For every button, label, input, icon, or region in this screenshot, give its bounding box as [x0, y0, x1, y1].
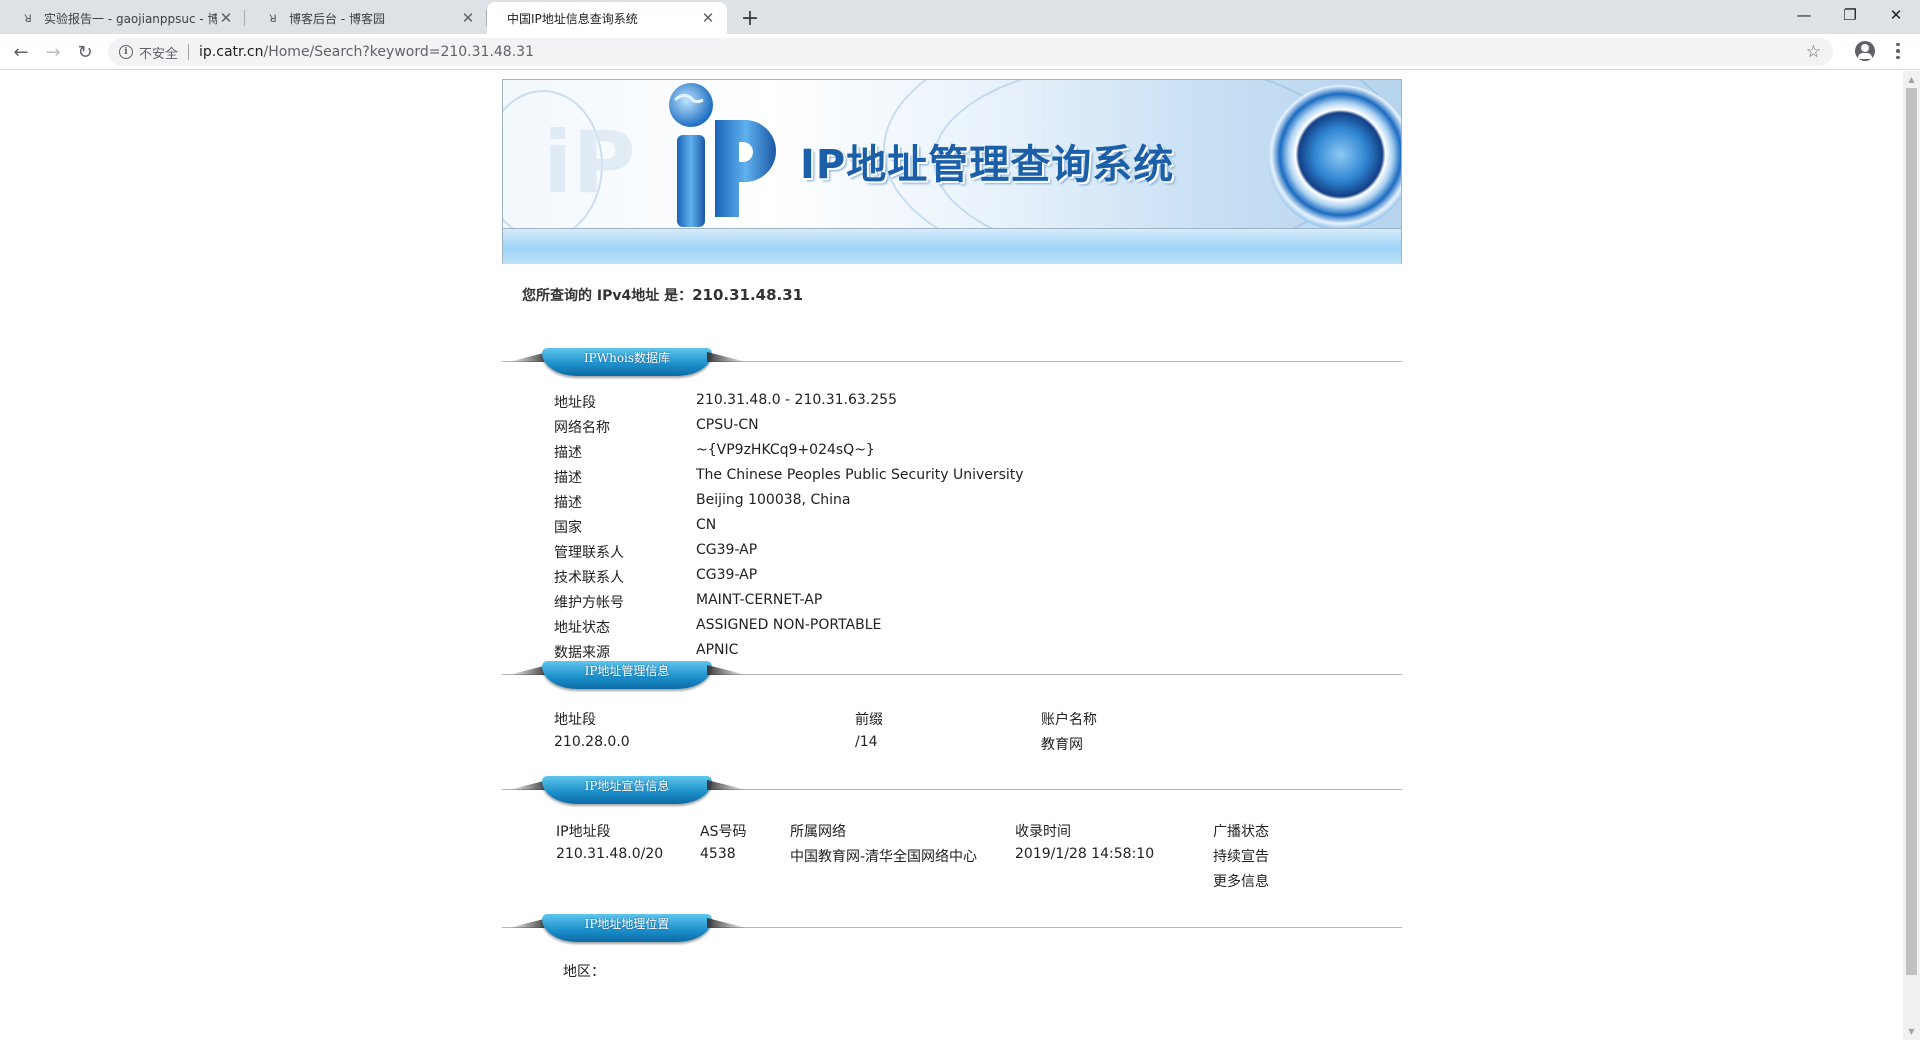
mgmt-cell-prefix: /14	[855, 734, 878, 750]
whois-key: 技术联系人	[554, 570, 624, 586]
page-scrollbar[interactable]: ▲ ▼	[1903, 71, 1920, 1040]
whois-key: 管理联系人	[554, 545, 624, 561]
region-label: 地区：	[563, 964, 605, 980]
more-info-link[interactable]: 更多信息	[1213, 871, 1269, 891]
banner-strip	[502, 229, 1402, 264]
tab-experiment-report[interactable]: ᴚ 实验报告一 - gaojianppsuc - 博 ✕	[0, 2, 245, 34]
mgmt-cell-account: 教育网	[1041, 737, 1083, 753]
decorative-wing	[707, 918, 747, 928]
divider	[188, 44, 190, 60]
back-arrow-icon[interactable]: ←	[7, 38, 35, 66]
whois-value: Beijing 100038, China	[696, 492, 851, 508]
mgmt-header-prefix: 前缀	[855, 712, 883, 728]
tab-title: 实验报告一 - gaojianppsuc - 博	[44, 11, 217, 26]
close-icon[interactable]: ✕	[699, 9, 717, 27]
account-icon[interactable]	[1855, 41, 1875, 61]
url-path[interactable]: /Home/Search?keyword=210.31.48.31	[264, 44, 534, 60]
section-header-whois: IPWhois数据库	[502, 342, 1402, 382]
ip-logo-icon: iP	[543, 83, 776, 227]
forward-arrow-icon[interactable]: →	[39, 38, 67, 66]
query-prefix: 您所查询的 IPv4地址 是：	[522, 288, 693, 304]
site-banner: iP IP地址管理查询系统	[502, 79, 1402, 229]
whois-value: 210.31.48.0 - 210.31.63.255	[696, 392, 897, 408]
new-tab-button[interactable]: +	[737, 5, 763, 31]
browser-tab-strip: ᴚ 实验报告一 - gaojianppsuc - 博 ✕ ᴚ 博客后台 - 博客…	[0, 0, 1920, 95]
section-title: IP地址宣告信息	[584, 779, 670, 793]
whois-key: 地址段	[554, 395, 596, 411]
whois-key: 网络名称	[554, 420, 610, 436]
globe-icon	[1268, 85, 1401, 228]
whois-value: The Chinese Peoples Public Security Univ…	[696, 467, 1024, 483]
whois-value: ASSIGNED NON-PORTABLE	[696, 617, 882, 633]
mgmt-header-account: 账户名称	[1041, 712, 1097, 728]
section-title: IP地址地理位置	[584, 917, 670, 931]
section-header-geo: IP地址地理位置	[502, 908, 1402, 948]
decorative-wing	[707, 665, 747, 675]
whois-key: 描述	[554, 445, 582, 461]
decorative-wing	[707, 780, 747, 790]
close-icon[interactable]: ✕	[459, 9, 477, 27]
queried-ip: 210.31.48.31	[692, 286, 804, 304]
banner-title: IP地址管理查询系统	[800, 142, 1175, 188]
ann-cell-network: 中国教育网-清华全国网络中心	[790, 849, 978, 865]
minimize-icon[interactable]: —	[1781, 0, 1827, 30]
svg-text:iP: iP	[543, 113, 636, 213]
ann-header-range: IP地址段	[556, 824, 611, 840]
address-bar[interactable]: i 不安全 ip.catr.cn /Home/Search?keyword=21…	[108, 38, 1833, 66]
cnblogs-icon: ᴚ	[269, 10, 277, 26]
kebab-menu-icon[interactable]	[1893, 40, 1903, 62]
mgmt-header-range: 地址段	[554, 712, 596, 728]
restore-icon[interactable]: ❐	[1827, 0, 1873, 30]
whois-value: ~{VP9zHKCq9+024sQ~}	[696, 442, 875, 458]
close-window-icon[interactable]: ✕	[1873, 0, 1919, 30]
close-icon[interactable]: ✕	[217, 9, 235, 27]
cnblogs-icon: ᴚ	[24, 10, 32, 26]
tab-title: 博客后台 - 博客园	[289, 11, 385, 26]
mgmt-cell-range: 210.28.0.0	[554, 734, 630, 750]
whois-value: CG39-AP	[696, 542, 758, 558]
scroll-up-arrow-icon[interactable]: ▲	[1903, 71, 1920, 88]
section-header-management: IP地址管理信息	[502, 655, 1402, 695]
tab-ip-query-system[interactable]: 中国IP地址信息查询系统 ✕	[487, 2, 1001, 95]
ann-header-as: AS号码	[700, 824, 747, 840]
section-title: IP地址管理信息	[584, 664, 670, 678]
browser-toolbar: ← → ↻ i 不安全 ip.catr.cn /Home/Search?keyw…	[0, 34, 1920, 70]
whois-key: 描述	[554, 470, 582, 486]
ann-header-time: 收录时间	[1015, 824, 1071, 840]
ann-cell-range: 210.31.48.0/20	[556, 846, 664, 862]
whois-key: 国家	[554, 520, 582, 536]
whois-value: CN	[696, 517, 717, 533]
ann-header-status: 广播状态	[1213, 824, 1269, 840]
scroll-down-arrow-icon[interactable]: ▼	[1903, 1023, 1920, 1040]
ann-cell-status: 持续宣告	[1213, 849, 1269, 865]
page-content: iP IP地址管理查询系统 您所查询的 IPv4地址 是：210.31.48.3…	[502, 79, 1402, 980]
whois-value: CG39-AP	[696, 567, 758, 583]
security-label[interactable]: 不安全	[139, 43, 178, 62]
tab-blog-admin[interactable]: ᴚ 博客后台 - 博客园 ✕	[245, 2, 487, 34]
ann-cell-time: 2019/1/28 14:58:10	[1015, 846, 1155, 862]
reload-icon[interactable]: ↻	[71, 38, 99, 66]
whois-key: 地址状态	[554, 620, 610, 636]
query-result-line: 您所查询的 IPv4地址 是：210.31.48.31	[522, 285, 803, 305]
whois-key: 描述	[554, 495, 582, 511]
ann-header-network: 所属网络	[790, 824, 846, 840]
bookmark-star-icon[interactable]: ☆	[1806, 42, 1821, 62]
info-icon[interactable]: i	[119, 45, 133, 59]
whois-key: 维护方帐号	[554, 595, 624, 611]
scroll-thumb[interactable]	[1906, 88, 1917, 975]
whois-value: CPSU-CN	[696, 417, 759, 433]
section-header-announcement: IP地址宣告信息	[502, 770, 1402, 810]
decorative-wing	[707, 352, 747, 362]
tab-title: 中国IP地址信息查询系统	[507, 11, 638, 26]
url-host[interactable]: ip.catr.cn	[199, 44, 263, 60]
whois-value: MAINT-CERNET-AP	[696, 592, 823, 608]
ann-cell-as: 4538	[700, 846, 736, 862]
section-title: IPWhois数据库	[583, 351, 671, 365]
